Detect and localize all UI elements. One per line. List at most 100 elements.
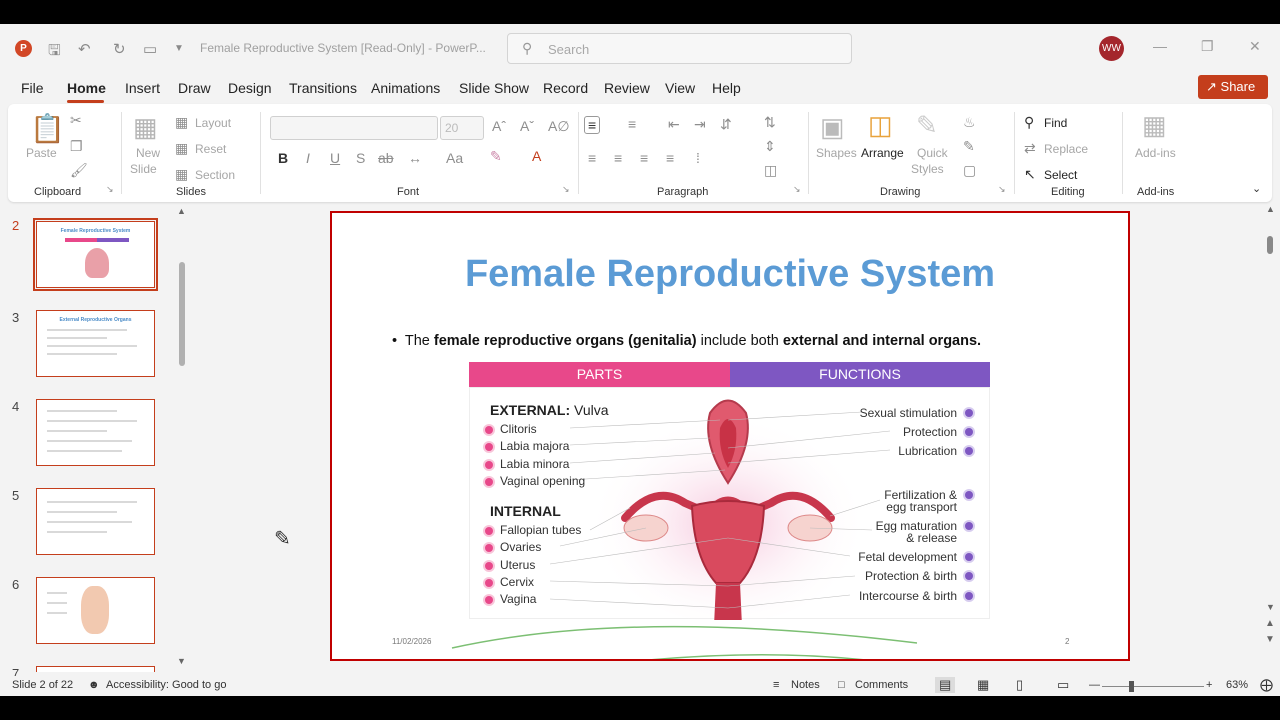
shrink-font-icon[interactable]: Aˇ xyxy=(520,118,534,134)
format-painter-icon[interactable]: 🖌 xyxy=(70,162,88,179)
select-button[interactable]: Select xyxy=(1044,168,1077,182)
save-icon[interactable]: 🖫 xyxy=(48,40,61,65)
paste-icon[interactable]: 📋 xyxy=(30,112,65,145)
thumbnail-slide[interactable] xyxy=(36,666,155,672)
paste-button[interactable]: Paste xyxy=(26,146,57,160)
thumbnail-slide[interactable] xyxy=(36,399,155,466)
tab-draw[interactable]: Draw xyxy=(178,80,211,96)
zoom-level[interactable]: 63% xyxy=(1226,679,1248,691)
arrange-button[interactable]: Arrange xyxy=(861,146,904,160)
comments-icon[interactable]: □ xyxy=(838,679,845,691)
shape-fill-icon[interactable]: ♨ xyxy=(963,114,976,131)
tab-help[interactable]: Help xyxy=(712,80,741,96)
decrease-indent-icon[interactable]: ⇤ xyxy=(668,116,680,133)
add-ins-button[interactable]: Add-ins xyxy=(1135,146,1176,160)
thumbnail-slide[interactable] xyxy=(36,577,155,644)
tab-file[interactable]: File xyxy=(21,80,44,96)
shape-effects-icon[interactable]: ▢ xyxy=(963,162,976,179)
fit-to-window-icon[interactable]: ⨁ xyxy=(1260,677,1273,693)
undo-icon[interactable]: ↶ xyxy=(78,40,91,58)
italic-button[interactable]: I xyxy=(306,150,310,166)
comments-button[interactable]: Comments xyxy=(855,679,908,691)
tab-transitions[interactable]: Transitions xyxy=(289,80,357,96)
change-case-button[interactable]: Aa xyxy=(446,150,463,166)
align-left-icon[interactable]: ≡ xyxy=(588,150,596,166)
normal-view-icon[interactable]: ▤ xyxy=(935,677,956,693)
tab-insert[interactable]: Insert xyxy=(125,80,160,96)
underline-button[interactable]: U xyxy=(330,150,340,166)
add-ins-icon[interactable]: ▦ xyxy=(1142,110,1167,141)
bold-button[interactable]: B xyxy=(278,150,288,166)
quick-styles-icon[interactable]: ✎ xyxy=(916,110,938,141)
thumbnail-slide[interactable]: Female Reproductive System xyxy=(33,218,158,291)
tab-home[interactable]: Home xyxy=(67,80,106,96)
columns-icon[interactable]: ⁞ xyxy=(696,150,700,166)
slide-sorter-icon[interactable]: ▦ xyxy=(977,677,989,693)
redo-icon[interactable]: ↻ xyxy=(113,40,126,58)
present-icon[interactable]: ▭ xyxy=(143,40,157,58)
scroll-down-icon[interactable]: ▼ xyxy=(177,656,186,666)
section-button[interactable]: Section xyxy=(195,168,235,182)
quick-styles-label-2[interactable]: Styles xyxy=(911,162,944,176)
bullets-icon[interactable]: ≡ xyxy=(584,116,601,134)
justify-icon[interactable]: ≡ xyxy=(666,150,674,166)
zoom-out-icon[interactable]: — xyxy=(1089,679,1100,691)
notes-icon[interactable]: ≡ xyxy=(773,679,779,691)
close-icon[interactable]: ✕ xyxy=(1249,38,1261,55)
shapes-button[interactable]: Shapes xyxy=(816,146,857,160)
next-slide-icon[interactable]: ▼ xyxy=(1265,634,1275,645)
reset-button[interactable]: Reset xyxy=(195,142,226,156)
collapse-ribbon-icon[interactable]: ⌄ xyxy=(1252,182,1261,195)
search-box[interactable]: ⚲ Search xyxy=(507,33,852,64)
strikethrough-button[interactable]: ab xyxy=(378,150,394,166)
tab-review[interactable]: Review xyxy=(604,80,650,96)
font-size-field[interactable]: 20 xyxy=(440,116,484,140)
tab-slide-show[interactable]: Slide Show xyxy=(459,80,529,96)
clear-formatting-icon[interactable]: A∅ xyxy=(548,118,570,135)
tab-animations[interactable]: Animations xyxy=(371,80,440,96)
slide-scrollbar[interactable] xyxy=(1267,236,1273,254)
numbering-icon[interactable]: ≡ xyxy=(628,116,636,132)
tab-view[interactable]: View xyxy=(665,80,695,96)
zoom-slider[interactable] xyxy=(1102,686,1204,687)
align-text-icon[interactable]: ⇕ xyxy=(764,138,776,155)
notes-button[interactable]: Notes xyxy=(791,679,820,691)
zoom-in-icon[interactable]: + xyxy=(1206,679,1212,691)
find-button[interactable]: Find xyxy=(1044,116,1067,130)
tab-design[interactable]: Design xyxy=(228,80,272,96)
thumbnail-slide[interactable] xyxy=(36,488,155,555)
new-slide-icon[interactable]: ▦ xyxy=(133,112,158,143)
previous-slide-icon[interactable]: ▲ xyxy=(1265,618,1275,629)
shadow-button[interactable]: S xyxy=(356,150,365,166)
drawing-launcher-icon[interactable]: ↘ xyxy=(998,184,1006,195)
accessibility-status[interactable]: Accessibility: Good to go xyxy=(106,679,226,691)
accessibility-icon[interactable]: ☻ xyxy=(88,679,100,691)
new-slide-label-2[interactable]: Slide xyxy=(130,162,157,176)
grow-font-icon[interactable]: Aˆ xyxy=(492,118,506,134)
quick-styles-label-1[interactable]: Quick xyxy=(917,146,948,160)
slide-show-icon[interactable]: ▭ xyxy=(1057,677,1069,693)
tab-record[interactable]: Record xyxy=(543,80,588,96)
font-color-icon[interactable]: A xyxy=(532,148,541,164)
shape-outline-icon[interactable]: ✎ xyxy=(963,138,975,155)
cut-icon[interactable]: ✂ xyxy=(70,112,82,129)
reading-view-icon[interactable]: ▯ xyxy=(1016,677,1023,693)
smartart-icon[interactable]: ◫ xyxy=(764,162,777,179)
character-spacing-icon[interactable]: ↔ xyxy=(408,150,422,166)
new-slide-label-1[interactable]: New xyxy=(136,146,160,160)
font-launcher-icon[interactable]: ↘ xyxy=(562,184,570,195)
increase-indent-icon[interactable]: ⇥ xyxy=(694,116,706,133)
avatar[interactable]: WW xyxy=(1099,36,1124,61)
copy-icon[interactable]: ❐ xyxy=(70,138,83,155)
thumbnail-scrollbar[interactable] xyxy=(179,262,185,366)
align-center-icon[interactable]: ≡ xyxy=(614,150,622,166)
share-button[interactable]: ↗ Share xyxy=(1198,75,1268,99)
font-name-field[interactable] xyxy=(270,116,438,140)
arrange-icon[interactable]: ◫ xyxy=(868,110,893,141)
clipboard-launcher-icon[interactable]: ↘ xyxy=(106,184,114,195)
shapes-icon[interactable]: ▣ xyxy=(820,112,845,143)
layout-button[interactable]: Layout xyxy=(195,116,231,130)
highlight-icon[interactable]: ✎ xyxy=(490,148,502,165)
minimize-icon[interactable]: — xyxy=(1153,38,1167,54)
restore-icon[interactable]: ❐ xyxy=(1201,38,1214,55)
